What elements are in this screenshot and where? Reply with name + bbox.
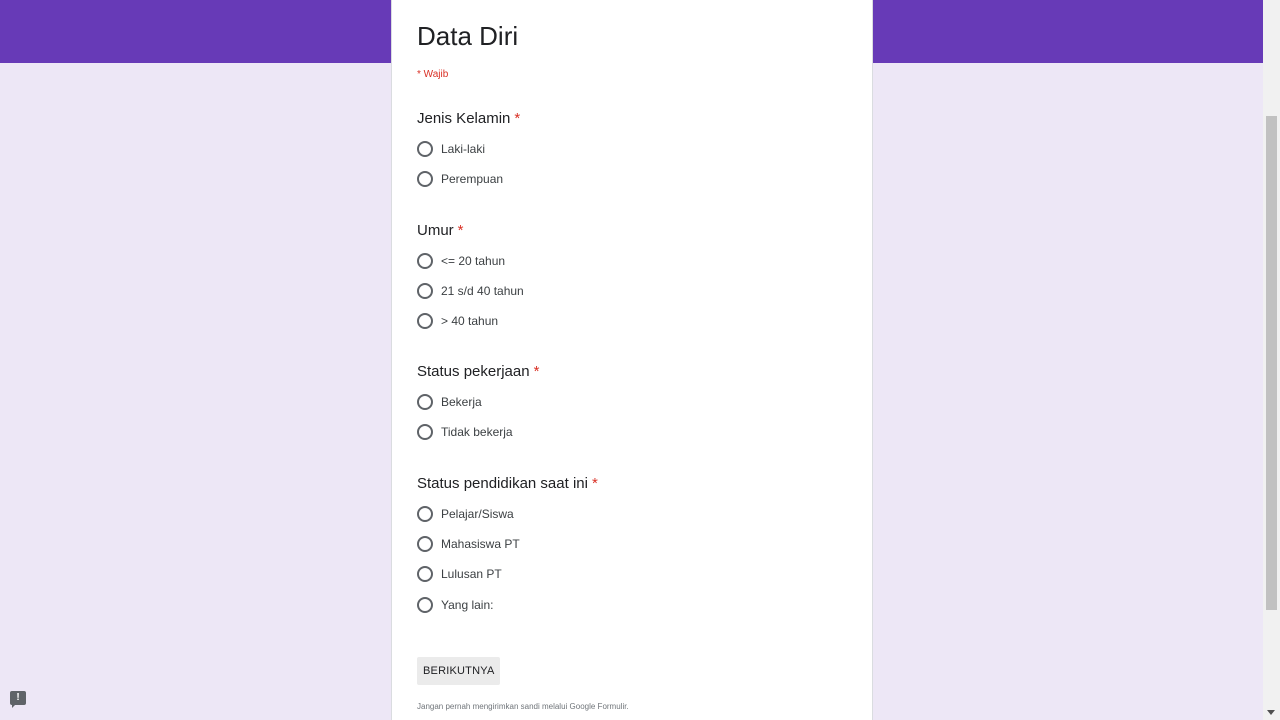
radio-button[interactable] <box>417 566 433 582</box>
radio-option-bekerja[interactable]: Bekerja <box>417 387 857 417</box>
required-asterisk: * <box>533 363 540 380</box>
question-title-text: Umur <box>417 222 454 239</box>
question-title: Jenis Kelamin * <box>417 109 857 129</box>
radio-option-le-20[interactable]: <= 20 tahun <box>417 246 857 276</box>
radio-option-yang-lain[interactable]: Yang lain: <box>417 589 857 620</box>
question-status-pendidikan: Status pendidikan saat ini * Pelajar/Sisw… <box>417 474 857 620</box>
radio-button[interactable] <box>417 283 433 299</box>
required-note: * Wajib <box>417 69 449 80</box>
question-title: Umur * <box>417 221 857 241</box>
radio-option-label: Tidak bekerja <box>441 425 513 439</box>
required-asterisk: * <box>514 110 521 127</box>
radio-button[interactable] <box>417 536 433 552</box>
radio-button[interactable] <box>417 596 433 613</box>
question-title: Status pendidikan saat ini * <box>417 474 857 494</box>
radio-option-laki-laki[interactable]: Laki-laki <box>417 134 857 164</box>
form-title: Data Diri <box>417 21 519 51</box>
radio-option-label: > 40 tahun <box>441 314 499 328</box>
scrollbar-thumb[interactable] <box>1266 116 1277 610</box>
radio-option-label: <= 20 tahun <box>441 254 506 268</box>
vertical-scrollbar[interactable] <box>1263 0 1280 720</box>
radio-option-label: Perempuan <box>441 172 504 186</box>
radio-button[interactable] <box>417 171 433 187</box>
radio-option-label: Laki-laki <box>441 142 486 156</box>
radio-option-label: Bekerja <box>441 395 482 409</box>
radio-option-pelajar-siswa[interactable]: Pelajar/Siswa <box>417 499 857 529</box>
question-title-text: Status pekerjaan <box>417 363 530 380</box>
radio-option-label: Pelajar/Siswa <box>441 507 514 521</box>
radio-button[interactable] <box>417 253 433 269</box>
radio-option-label: Lulusan PT <box>441 567 502 581</box>
radio-option-gt-40[interactable]: > 40 tahun <box>417 306 857 336</box>
form-card: Data Diri * Wajib Jenis Kelamin * Laki-la… <box>391 0 873 720</box>
radio-button[interactable] <box>417 394 433 410</box>
radio-button[interactable] <box>417 313 433 329</box>
footer-note: Jangan pernah mengirimkan sandi melalui … <box>417 702 629 711</box>
radio-option-tidak-bekerja[interactable]: Tidak bekerja <box>417 417 857 447</box>
scroll-down-arrow-icon[interactable] <box>1267 710 1275 715</box>
radio-option-label: Yang lain: <box>441 597 494 612</box>
radio-button[interactable] <box>417 141 433 157</box>
next-button[interactable]: BERIKUTNYA <box>417 657 501 685</box>
required-asterisk: * <box>591 475 598 492</box>
question-umur: Umur * <= 20 tahun 21 s/d 40 tahun > 40 t… <box>417 221 857 336</box>
radio-option-perempuan[interactable]: Perempuan <box>417 164 857 194</box>
question-jenis-kelamin: Jenis Kelamin * Laki-laki Perempuan <box>417 109 857 194</box>
radio-option-21-40[interactable]: 21 s/d 40 tahun <box>417 276 857 306</box>
radio-option-mahasiswa-pt[interactable]: Mahasiswa PT <box>417 529 857 559</box>
required-asterisk: * <box>457 222 464 239</box>
feedback-icon[interactable]: ! <box>10 691 26 708</box>
radio-option-lulusan-pt[interactable]: Lulusan PT <box>417 559 857 589</box>
question-title-text: Jenis Kelamin <box>417 110 511 127</box>
question-title: Status pekerjaan * <box>417 362 857 382</box>
question-title-text: Status pendidikan saat ini <box>417 475 588 492</box>
radio-option-label: Mahasiswa PT <box>441 537 520 551</box>
radio-button[interactable] <box>417 506 433 522</box>
question-status-pekerjaan: Status pekerjaan * Bekerja Tidak bekerja <box>417 362 857 447</box>
radio-button[interactable] <box>417 424 433 440</box>
radio-option-label: 21 s/d 40 tahun <box>441 284 524 298</box>
